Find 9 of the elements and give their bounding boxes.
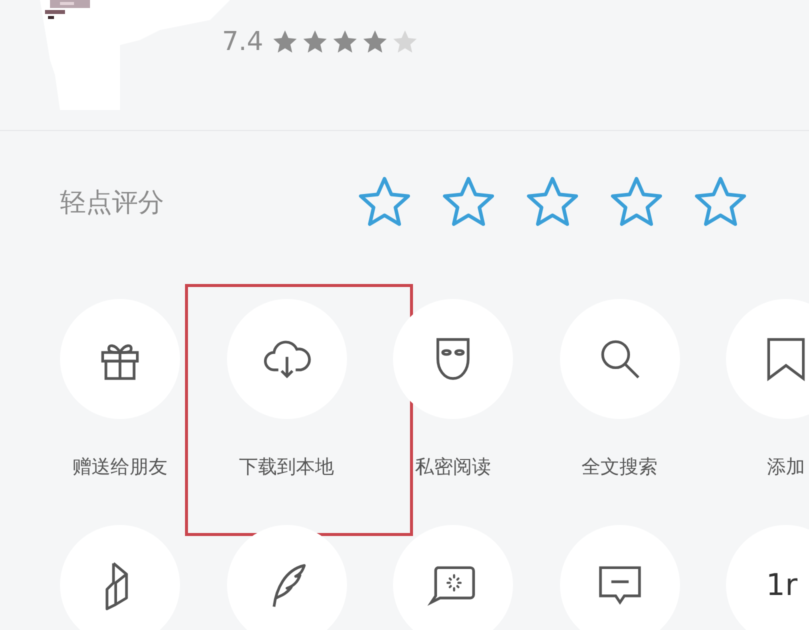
icon-text: 1r [766, 568, 798, 602]
action-label: 下载到本地 [238, 455, 335, 480]
action-label: 全文搜索 [580, 455, 658, 480]
action-label: 添加 [766, 455, 806, 480]
rate-label: 轻点评分 [60, 186, 165, 220]
action-label: 私密阅读 [414, 455, 492, 480]
action-label: 赠送给朋友 [72, 455, 168, 480]
rating-score: 7.4 [222, 27, 264, 57]
action-button[interactable]: 1r [726, 525, 809, 630]
